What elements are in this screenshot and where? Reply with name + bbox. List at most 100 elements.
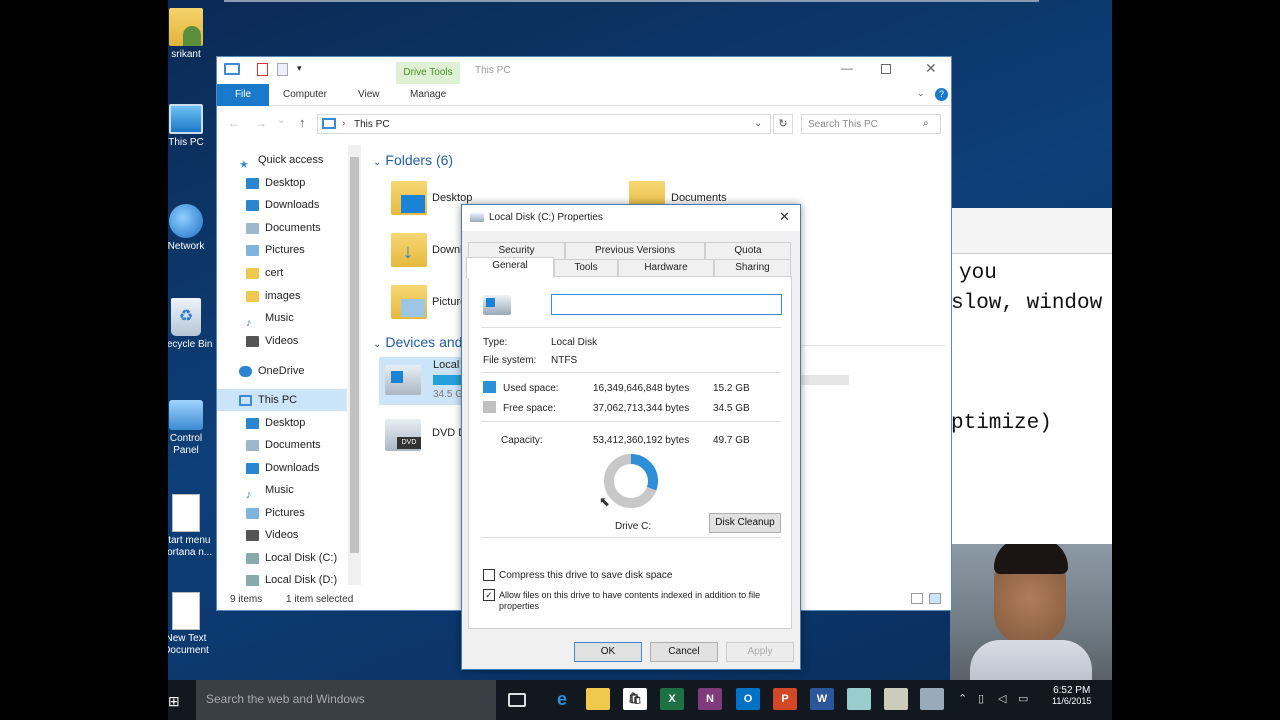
nav-item-downloads[interactable]: Downloads [246,195,319,215]
disk-cleanup-button[interactable]: Disk Cleanup [709,513,781,533]
quick-access-dropdown-icon[interactable]: ▾ [297,63,302,74]
desktop-icon-this-pc[interactable]: This PC [168,104,216,149]
desktop-icon-start-menu-doc[interactable]: Start menu Cortana n... [168,494,216,559]
scrollbar-thumb[interactable] [350,157,359,553]
folder-downloads-label[interactable]: Downloads [432,244,462,256]
minimize-icon[interactable]: — [841,61,853,75]
address-dropdown-icon[interactable]: ⌄ [754,118,762,129]
outlook-icon[interactable]: O [736,688,760,710]
nav-item-pc-music[interactable]: ♪ Music [246,480,294,501]
nav-item-cert[interactable]: cert [246,263,283,283]
tab-previous-versions[interactable]: Previous Versions [565,242,705,259]
nav-label: Music [265,484,294,496]
desktop-icon-recycle-bin[interactable]: ♻ Recycle Bin [168,298,216,351]
tab-general[interactable]: General [466,257,554,278]
ok-button[interactable]: OK [574,642,642,662]
nav-item-local-disk-c[interactable]: Local Disk (C:) [246,548,337,568]
volume-tray-icon[interactable]: ◁ [998,692,1006,705]
nav-item-videos[interactable]: Videos [246,331,298,351]
drive-name-input[interactable] [551,294,782,315]
nav-item-pc-downloads[interactable]: Downloads [246,458,319,478]
videos-icon [246,529,259,541]
background-editor-window[interactable]: you slow, window ptimize) [950,208,1112,544]
tab-file[interactable]: File [217,84,269,106]
control-panel-icon [169,400,203,430]
free-space-swatch [483,401,496,413]
nav-item-pc-desktop[interactable]: Desktop [246,413,305,433]
folder-documents-label[interactable]: Documents [671,192,727,204]
folder-desktop-label[interactable]: Desktop [432,192,472,204]
tab-hardware[interactable]: Hardware [618,259,714,276]
nav-item-documents[interactable]: Documents [246,218,321,238]
nav-item-images[interactable]: images [246,286,300,306]
onenote-icon[interactable]: N [698,688,722,710]
nav-item-local-disk-d[interactable]: Local Disk (D:) [246,570,337,590]
back-arrow-icon[interactable]: ← [228,116,240,130]
task-view-icon[interactable] [508,693,526,707]
recent-dropdown-icon[interactable]: ⌄ [277,115,285,126]
new-folder-icon[interactable] [277,63,288,76]
nav-item-pc-videos[interactable]: Videos [246,525,298,545]
nav-item-onedrive[interactable]: OneDrive [239,361,304,381]
folders-header[interactable]: ⌄ Folders (6) [373,152,453,168]
file-explorer-icon[interactable] [586,688,610,710]
help-icon[interactable]: ? [935,88,948,101]
network-tray-icon[interactable]: ▯ [978,692,984,705]
maximize-icon[interactable] [881,64,891,74]
nav-item-this-pc[interactable]: This PC [239,390,297,410]
nav-item-quick-access[interactable]: ★ Quick access [239,150,323,171]
app-icon[interactable] [920,688,944,710]
excel-icon[interactable]: X [660,688,684,710]
search-box[interactable]: Search This PC ⌕ [801,114,941,134]
tray-chevron-icon[interactable]: ⌃ [958,692,967,705]
apply-button[interactable]: Apply [726,642,794,662]
compress-checkbox[interactable] [483,569,495,581]
nav-item-pc-documents[interactable]: Documents [246,435,321,455]
edge-browser-icon[interactable]: e [550,688,574,710]
address-bar[interactable]: › This PC ⌄ [317,114,771,134]
desktop-icon-user-folder[interactable]: srikant [168,8,216,61]
desktop-icon-network[interactable]: Network [168,204,216,253]
desktop-folder-icon [391,181,427,215]
nav-item-pc-pictures[interactable]: Pictures [246,503,305,523]
properties-check-icon[interactable] [257,63,268,76]
cancel-button[interactable]: Cancel [650,642,718,662]
large-icons-view-icon[interactable] [929,593,941,604]
tab-computer[interactable]: Computer [283,89,327,100]
close-icon[interactable]: ✕ [925,60,937,77]
forward-arrow-icon[interactable]: → [255,116,267,130]
start-button[interactable]: ⊞ [168,680,196,720]
devices-header[interactable]: ⌄Devices and drives [373,334,463,350]
drive-properties-dialog[interactable]: Local Disk (C:) Properties ✕ Security Pr… [461,204,801,670]
tab-manage[interactable]: Manage [410,89,446,100]
app-icon[interactable] [847,688,871,710]
word-icon[interactable]: W [810,688,834,710]
drive-c-tile[interactable]: Local Disk (C:) 34.5 GB free of 49.7 GB [379,357,465,405]
expand-ribbon-icon[interactable]: ⌄ [917,88,925,99]
dialog-title-bar: Local Disk (C:) Properties ✕ [462,205,800,231]
tab-quota[interactable]: Quota [705,242,791,259]
store-icon[interactable]: 🛍 [623,688,647,710]
close-icon[interactable]: ✕ [779,209,790,225]
nav-item-music[interactable]: ♪ Music [246,308,294,329]
nav-item-desktop[interactable]: Desktop [246,173,305,193]
tab-tools[interactable]: Tools [554,259,618,276]
folder-pictures-label[interactable]: Pictures [432,296,462,308]
music-icon: ♪ [246,316,252,329]
app-icon[interactable] [884,688,908,710]
refresh-icon[interactable]: ↻ [773,114,793,134]
tab-sharing[interactable]: Sharing [714,259,791,276]
desktop-icon-control-panel[interactable]: Control Panel [168,400,216,457]
desktop-icon-new-text-document[interactable]: New Text Document [168,592,216,657]
message-tray-icon[interactable]: ▭ [1018,692,1028,705]
nav-item-pictures[interactable]: Pictures [246,240,305,260]
tab-view[interactable]: View [358,89,380,100]
up-arrow-icon[interactable]: ↑ [299,115,306,130]
details-view-icon[interactable] [911,593,923,604]
dvd-drive-label[interactable]: DVD Drive [432,427,462,439]
clock[interactable]: 6:52 PM 11/6/2015 [1052,685,1091,706]
taskbar-search-box[interactable]: Search the web and Windows [196,680,496,720]
powerpoint-icon[interactable]: P [773,688,797,710]
nav-scrollbar[interactable] [348,145,361,585]
index-checkbox[interactable]: ✓ [483,589,495,601]
